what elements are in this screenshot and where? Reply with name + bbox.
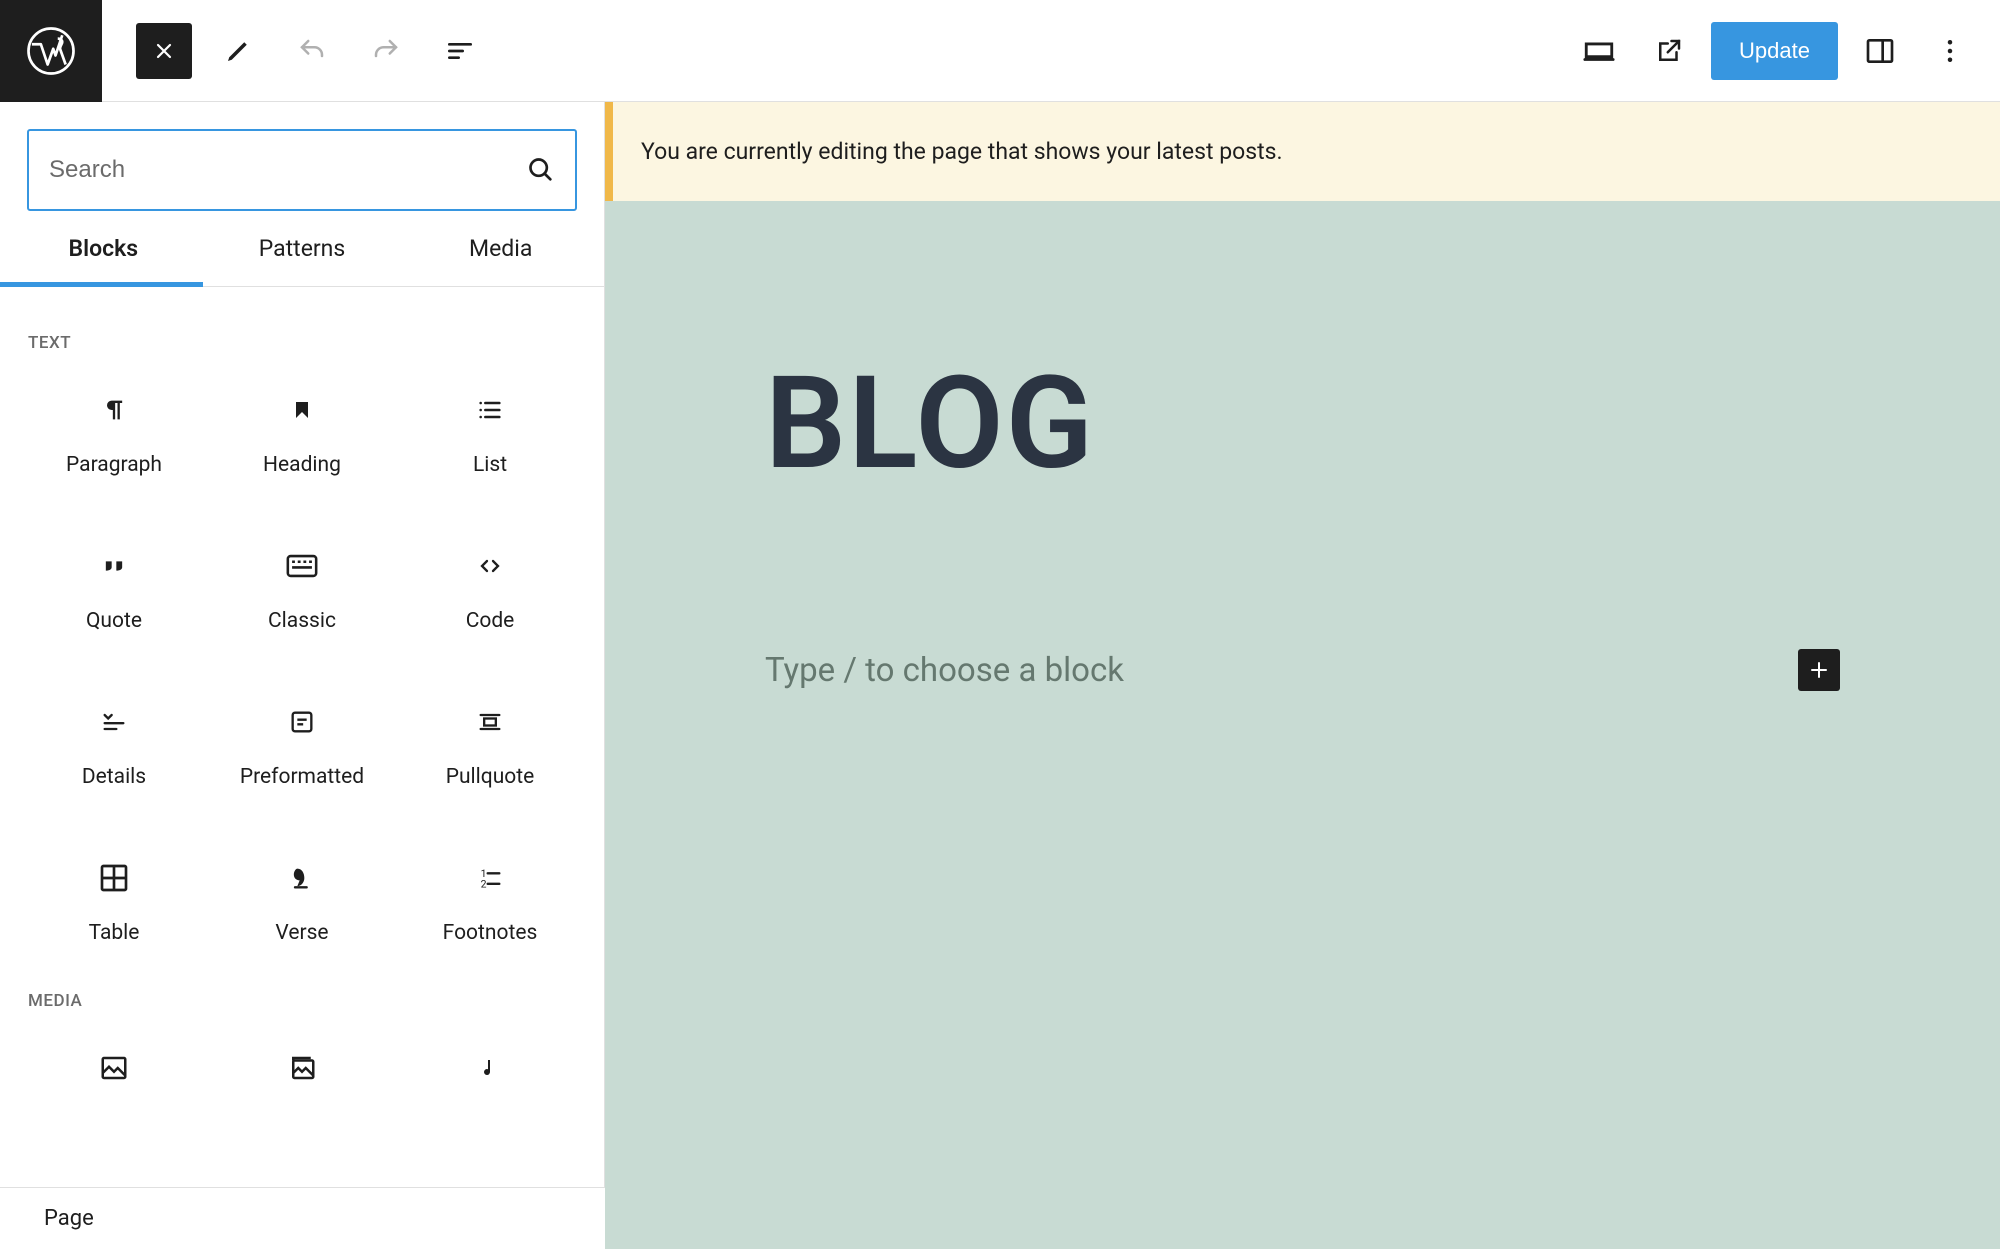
classic-icon [285, 549, 319, 583]
details-icon [97, 705, 131, 739]
tab-blocks[interactable]: Blocks [4, 211, 203, 286]
editor-notice: You are currently editing the page that … [605, 102, 2000, 201]
block-inserter-panel: Blocks Patterns Media TEXT Paragraph [0, 102, 605, 1249]
view-button[interactable] [1571, 23, 1627, 79]
code-icon [473, 549, 507, 583]
list-view-icon [444, 35, 476, 67]
section-label-text: TEXT [0, 307, 604, 373]
block-label: Code [466, 609, 515, 633]
block-label: List [473, 453, 507, 477]
undo-icon [297, 36, 327, 66]
block-label: Paragraph [66, 453, 162, 477]
block-label: Pullquote [446, 765, 535, 789]
search-box [27, 129, 577, 211]
settings-sidebar-button[interactable] [1852, 23, 1908, 79]
options-button[interactable] [1922, 23, 1978, 79]
block-preformatted[interactable]: Preformatted [208, 685, 396, 809]
block-table[interactable]: Table [20, 841, 208, 965]
page-title[interactable]: BLOG [765, 349, 1840, 499]
redo-icon [371, 36, 401, 66]
preformatted-icon [285, 705, 319, 739]
block-label: Quote [86, 609, 142, 633]
block-quote[interactable]: Quote [20, 529, 208, 653]
close-inserter-button[interactable] [136, 23, 192, 79]
breadcrumb[interactable]: Page [44, 1206, 94, 1231]
block-details[interactable]: Details [20, 685, 208, 809]
block-prompt[interactable]: Type / to choose a block [765, 651, 1124, 690]
table-icon [97, 861, 131, 895]
undo-button[interactable] [284, 23, 340, 79]
verse-icon [285, 861, 319, 895]
pullquote-icon [473, 705, 507, 739]
block-image[interactable] [20, 1031, 208, 1105]
editor-canvas: You are currently editing the page that … [605, 102, 2000, 1249]
block-list[interactable]: List [396, 373, 584, 497]
block-label: Footnotes [443, 921, 538, 945]
block-heading[interactable]: Heading [208, 373, 396, 497]
tools-button[interactable] [210, 23, 266, 79]
block-audio[interactable] [396, 1031, 584, 1105]
wordpress-logo-button[interactable] [0, 0, 102, 102]
block-label: Table [89, 921, 140, 945]
quote-icon [97, 549, 131, 583]
block-classic[interactable]: Classic [208, 529, 396, 653]
update-button[interactable]: Update [1711, 22, 1838, 80]
block-label: Preformatted [240, 765, 364, 789]
section-label-media: MEDIA [0, 965, 604, 1031]
block-paragraph[interactable]: Paragraph [20, 373, 208, 497]
svg-text:2: 2 [481, 877, 487, 890]
paragraph-icon [97, 393, 131, 427]
pencil-icon [223, 36, 253, 66]
audio-icon [473, 1051, 507, 1085]
external-link-icon [1654, 36, 1684, 66]
block-label: Details [82, 765, 146, 789]
desktop-icon [1582, 34, 1616, 68]
toolbar-left-group [102, 23, 488, 79]
block-pullquote[interactable]: Pullquote [396, 685, 584, 809]
block-footnotes[interactable]: 12 Footnotes [396, 841, 584, 965]
top-toolbar: Update [0, 0, 2000, 102]
more-vertical-icon [1935, 36, 1965, 66]
inserter-tabs: Blocks Patterns Media [0, 211, 604, 287]
image-icon [97, 1051, 131, 1085]
heading-icon [285, 393, 319, 427]
block-label: Classic [268, 609, 336, 633]
block-gallery[interactable] [208, 1031, 396, 1105]
redo-button[interactable] [358, 23, 414, 79]
block-label: Heading [263, 453, 341, 477]
block-verse[interactable]: Verse [208, 841, 396, 965]
wordpress-icon [24, 24, 78, 78]
document-overview-button[interactable] [432, 23, 488, 79]
tab-patterns[interactable]: Patterns [203, 211, 402, 286]
tab-media[interactable]: Media [401, 211, 600, 286]
footnotes-icon: 12 [473, 861, 507, 895]
search-input[interactable] [49, 156, 527, 184]
close-icon [152, 39, 176, 63]
block-label: Verse [275, 921, 328, 945]
gallery-icon [285, 1051, 319, 1085]
breadcrumb-footer: Page [0, 1187, 605, 1249]
list-icon [473, 393, 507, 427]
search-icon [527, 156, 555, 184]
sidebar-icon [1864, 35, 1896, 67]
view-page-button[interactable] [1641, 23, 1697, 79]
toolbar-right-group: Update [1571, 22, 2000, 80]
plus-icon [1807, 658, 1831, 682]
add-block-button[interactable] [1798, 649, 1840, 691]
block-code[interactable]: Code [396, 529, 584, 653]
